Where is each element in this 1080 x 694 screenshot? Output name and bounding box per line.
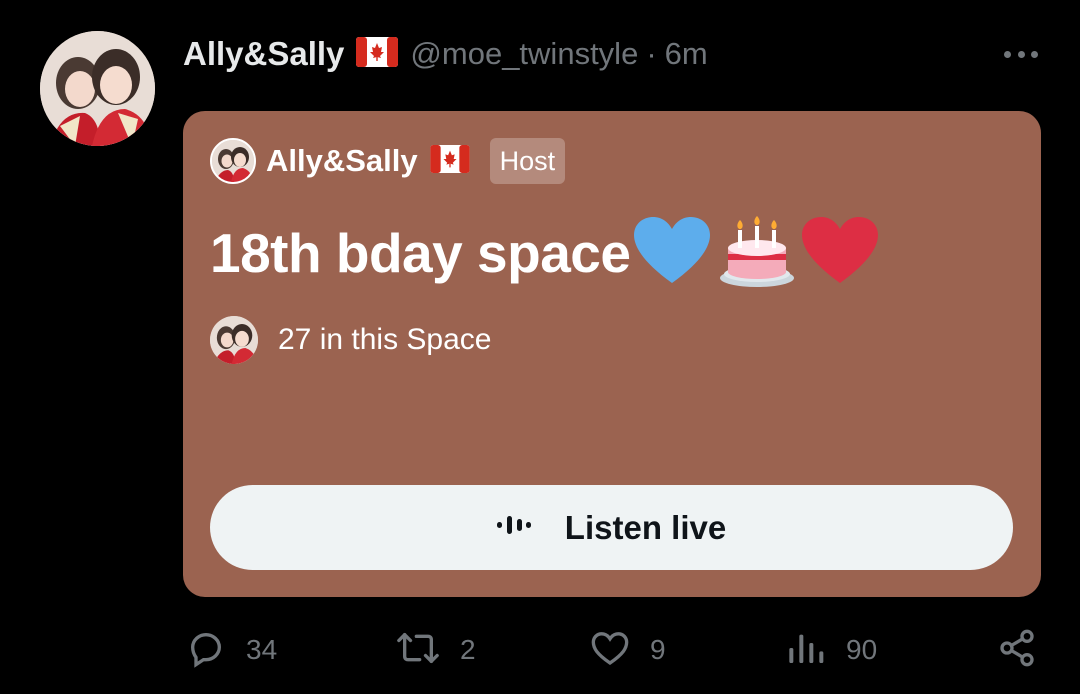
like-count: 9 xyxy=(650,634,666,665)
reply-count: 34 xyxy=(246,634,278,665)
host-name: Ally&Sally xyxy=(266,143,418,178)
red-heart-icon xyxy=(800,215,880,292)
share-button[interactable] xyxy=(997,625,1037,675)
space-card[interactable]: Ally&Sally Host 18th bday space 27 in th… xyxy=(183,111,1041,597)
author-avatar[interactable] xyxy=(40,31,155,146)
listener-avatar xyxy=(210,316,258,364)
heart-icon xyxy=(590,629,630,672)
more-options-icon[interactable] xyxy=(999,42,1043,66)
canada-flag-icon xyxy=(356,36,399,72)
retweet-count: 2 xyxy=(460,634,476,665)
reply-icon xyxy=(186,628,226,673)
canada-flag-icon xyxy=(430,144,470,178)
retweet-icon xyxy=(396,628,440,673)
host-badge: Host xyxy=(489,138,566,184)
host-row: Ally&Sally Host xyxy=(210,138,566,184)
space-title-row: 18th bday space xyxy=(210,213,880,293)
share-icon xyxy=(997,628,1037,673)
views-count: 90 xyxy=(846,634,878,665)
blue-heart-icon xyxy=(632,215,712,292)
listen-live-button[interactable]: Listen live xyxy=(210,485,1013,570)
separator: · xyxy=(646,36,657,71)
listeners-row: 27 in this Space xyxy=(210,316,491,364)
audio-wave-icon xyxy=(496,514,531,541)
space-title: 18th bday space xyxy=(210,222,631,284)
listen-live-label: Listen live xyxy=(564,508,727,546)
reply-button[interactable]: 34 xyxy=(186,625,277,675)
tweet-actions: 34 2 9 90 xyxy=(0,625,1080,675)
listeners-count: 27 in this Space xyxy=(278,323,492,356)
tweet-header: Ally&Sally @moe_twinstyle · 6m xyxy=(183,32,1043,76)
birthday-cake-icon xyxy=(718,212,796,295)
views-button[interactable]: 90 xyxy=(786,625,877,675)
user-handle[interactable]: @moe_twinstyle xyxy=(410,36,638,72)
timestamp[interactable]: 6m xyxy=(665,36,708,72)
retweet-button[interactable]: 2 xyxy=(396,625,476,675)
host-avatar xyxy=(210,138,256,184)
display-name[interactable]: Ally&Sally xyxy=(183,35,344,73)
analytics-icon xyxy=(786,628,826,673)
like-button[interactable]: 9 xyxy=(590,625,666,675)
